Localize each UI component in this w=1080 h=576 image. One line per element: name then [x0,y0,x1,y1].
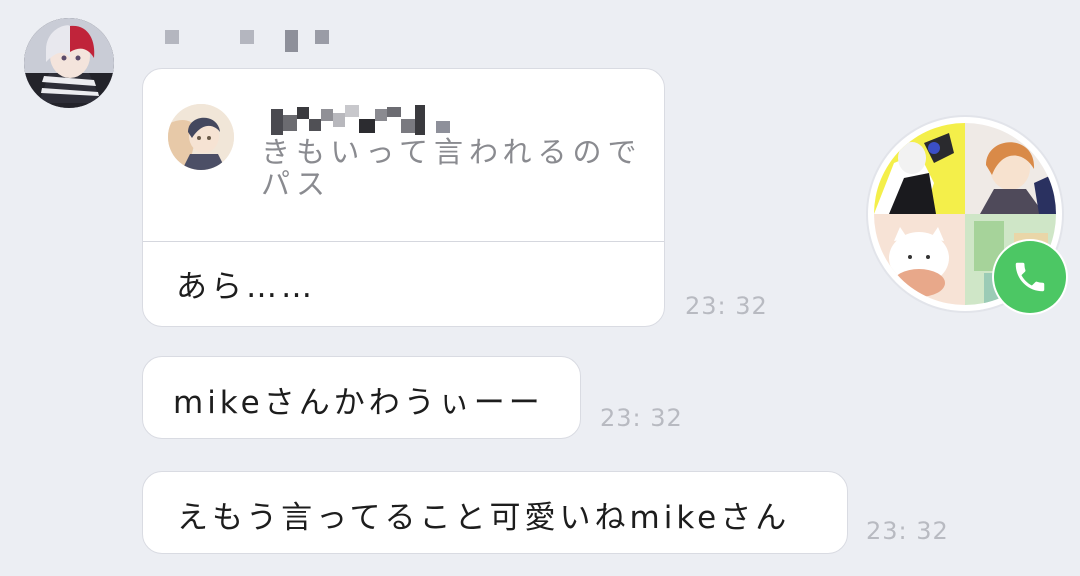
message-text: あら…… [176,269,316,305]
call-button[interactable] [994,241,1066,313]
message-timestamp: 23: 32 [685,292,768,320]
message-bubble[interactable]: えもう言ってること可愛いねmikeさん [142,471,848,554]
message-bubble[interactable]: mikeさんかわうぃーー [142,356,581,439]
quoted-message-text: きもいって言われるのでパス [261,135,643,201]
message-text: mikeさんかわうぃーー [173,385,544,421]
quoted-author-name-redacted [271,105,471,135]
quoted-message[interactable]: きもいって言われるのでパス [143,69,664,242]
quoted-avatar-image [168,104,234,170]
message-timestamp: 23: 32 [866,517,949,545]
message-text: えもう言ってること可愛いねmikeさん [177,500,791,536]
reply-message-bubble[interactable]: きもいって言われるのでパス あら…… [142,68,665,327]
quoted-author-avatar [168,104,234,170]
message-timestamp: 23: 32 [600,404,683,432]
sender-avatar-image [24,18,114,108]
phone-icon [1015,262,1045,292]
sender-avatar[interactable] [24,18,114,108]
